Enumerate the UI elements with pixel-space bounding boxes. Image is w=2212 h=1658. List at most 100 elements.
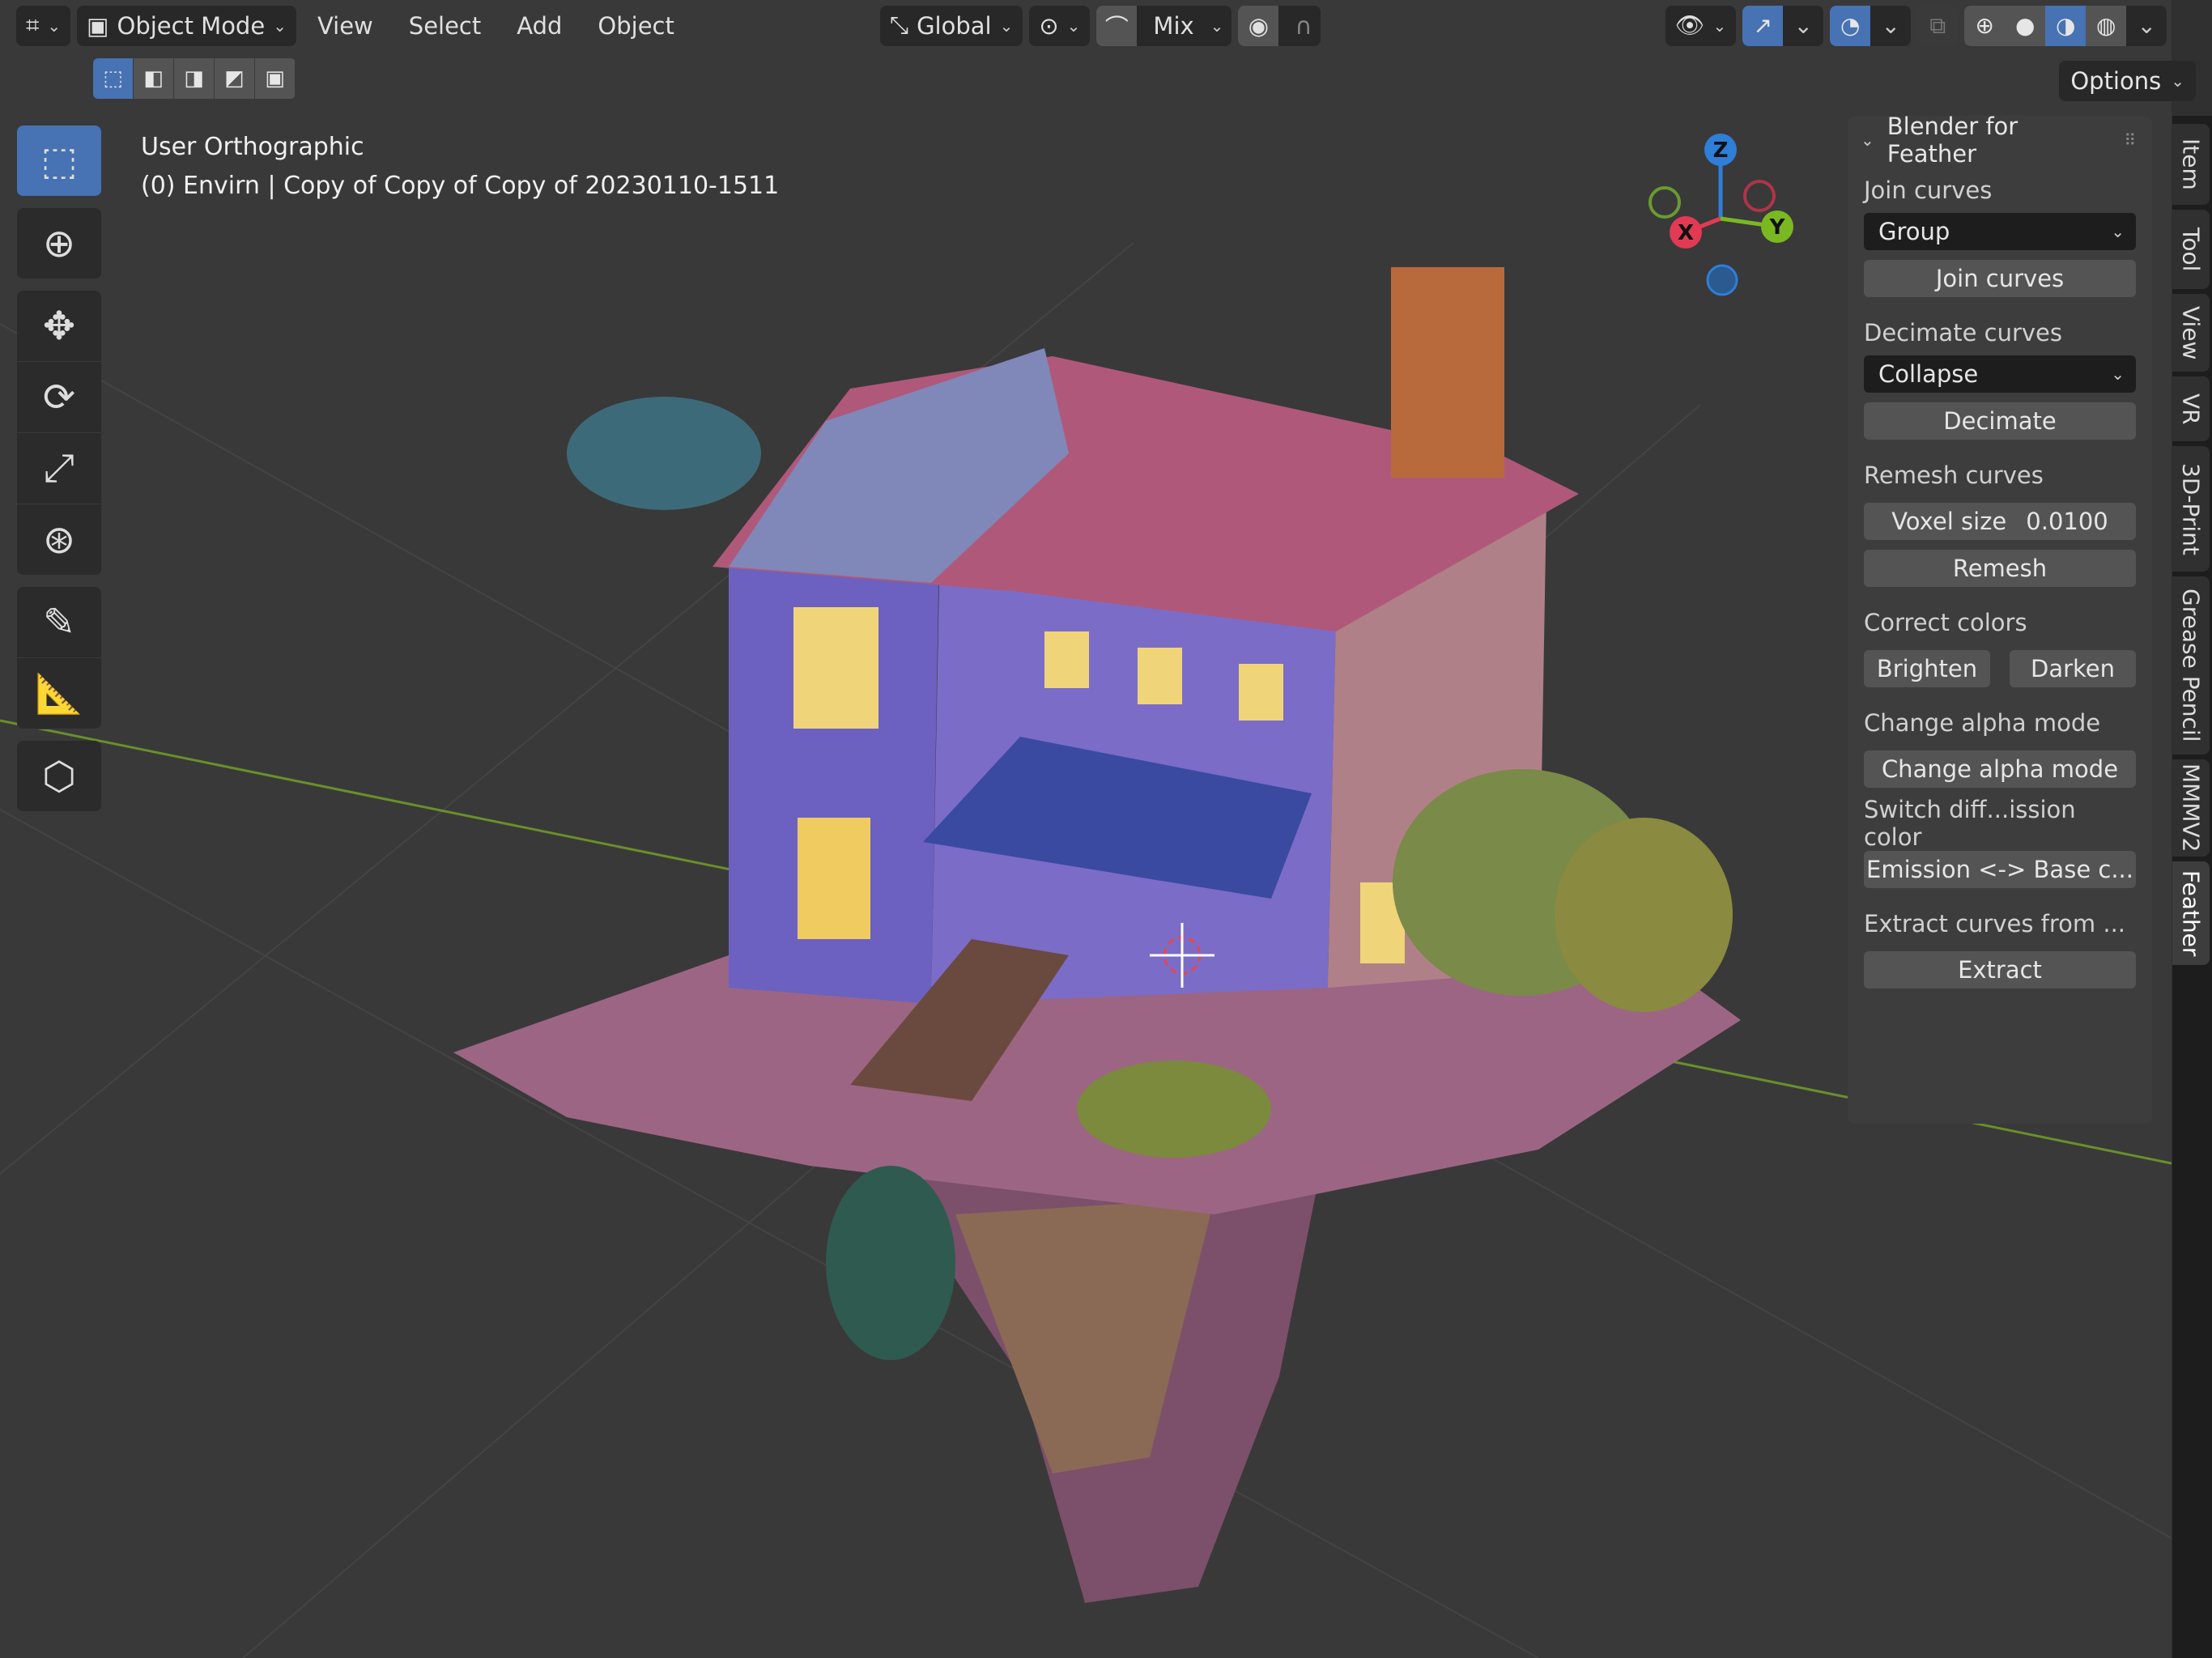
overlay-icon[interactable]: ◔ [1830, 5, 1871, 46]
tab-3d-print[interactable]: 3D-Print [2172, 446, 2210, 572]
pivot-dropdown[interactable]: ⊙ ⌄ [1029, 5, 1091, 46]
options-dropdown[interactable]: Options ⌄ [2059, 61, 2196, 101]
mode-label: Object Mode [117, 11, 266, 40]
feather-panel: ⌄ Blender for Feather ⠿ Join curves Group ⌄… [1848, 113, 2152, 1124]
tab-vr[interactable]: VR [2172, 376, 2210, 441]
rotate-icon: ⟳ [42, 374, 76, 420]
overlay-toggle[interactable]: ◔ ⌄ [1830, 5, 1912, 46]
add-cube-tool[interactable]: ⬡ [17, 741, 101, 812]
brighten-button[interactable]: Brighten [1864, 650, 1990, 687]
gizmo-toggle[interactable]: ↗ ⌄ [1742, 5, 1824, 46]
transform-icon: ⊛ [42, 517, 76, 563]
panel-header[interactable]: ⌄ Blender for Feather ⠿ [1861, 113, 2136, 168]
transform-tool[interactable]: ⊛ [17, 504, 101, 576]
alpha-mode-label: Change alpha mode [1864, 709, 2101, 737]
menu-view[interactable]: View [303, 12, 388, 40]
chevron-down-icon[interactable]: ⌄ [1870, 5, 1912, 46]
voxel-size-field[interactable]: Voxel size 0.0100 [1864, 503, 2136, 540]
scale-tool[interactable]: ⤢ [17, 433, 101, 504]
collapse-chevron-icon: ⌄ [1861, 130, 1874, 150]
chevron-down-icon: ⌄ [999, 15, 1014, 36]
correct-colors-label: Correct colors [1864, 609, 2027, 636]
chevron-down-icon: ⌄ [2111, 222, 2125, 241]
tab-view[interactable]: View [2172, 294, 2210, 372]
rendered-shading-icon[interactable]: ◍ [2086, 5, 2127, 46]
select-subtract-icon[interactable]: ◨ [174, 58, 215, 99]
menu-object[interactable]: Object [583, 12, 688, 40]
pivot-icon: ⊙ [1039, 11, 1059, 40]
change-alpha-mode-button[interactable]: Change alpha mode [1864, 750, 2136, 788]
chevron-down-icon[interactable]: ⌄ [1783, 5, 1824, 46]
viewport-header: ⌗ ⌄ ▣ Object Mode ⌄ View Select Add Object … [0, 0, 2212, 51]
shading-modes: ⊕ ● ◑ ◍ ⌄ [1964, 5, 2167, 46]
annotate-icon: ✎ [42, 599, 76, 645]
floating-island [453, 931, 1741, 1603]
scale-icon: ⤢ [43, 445, 75, 491]
falloff-icon[interactable]: ∩ [1287, 12, 1320, 40]
switch-color-label: Switch diff...ission color [1864, 796, 2076, 851]
object-mode-icon: ▣ [87, 11, 109, 40]
darken-button[interactable]: Darken [2010, 650, 2136, 687]
move-tool[interactable]: ✥ [17, 291, 101, 362]
cursor-tool[interactable]: ⊕ [17, 208, 101, 279]
xray-icon[interactable]: ⧉ [1917, 5, 1959, 46]
tab-tool[interactable]: Tool [2172, 210, 2210, 289]
neg-z-handle [1706, 264, 1738, 296]
select-box-icon: ⬚ [40, 138, 78, 184]
select-intersect-icon[interactable]: ▣ [255, 58, 296, 99]
extract-button[interactable]: Extract [1864, 951, 2136, 988]
orientation-label: Global [917, 11, 992, 40]
navigation-gizmo[interactable]: Z X Y [1636, 130, 1814, 308]
house [713, 267, 1579, 1101]
annotate-tool[interactable]: ✎ [17, 587, 101, 658]
menu-add[interactable]: Add [502, 12, 576, 40]
visibility-dropdown[interactable]: 👁 ⌄ [1665, 5, 1737, 46]
measure-tool[interactable]: 📐 [17, 658, 101, 729]
select-new-icon[interactable]: ⬚ [93, 58, 134, 99]
orientation-dropdown[interactable]: ⤡ Global ⌄ [879, 5, 1023, 46]
solid-shading-icon[interactable]: ● [2005, 5, 2046, 46]
decimate-button[interactable]: Decimate [1864, 402, 2136, 440]
tool-shelf: ⬚ ⊕ ✥ ⟳ ⤢ ⊛ ✎ 📐 ⬡ [17, 125, 101, 812]
drag-handle-icon[interactable]: ⠿ [2124, 130, 2136, 150]
menu-select[interactable]: Select [394, 12, 496, 40]
xray-toggle[interactable]: ⧉ [1917, 5, 1959, 46]
tab-grease-pencil[interactable]: Grease Pencil [2172, 576, 2210, 755]
material-shading-icon[interactable]: ◑ [2045, 5, 2087, 46]
object-info: (0) Envirn | Copy of Copy of Copy of 202… [141, 172, 780, 200]
voxel-size-label: Voxel size [1891, 508, 2007, 535]
select-invert-icon[interactable]: ◩ [215, 58, 255, 99]
join-curves-button[interactable]: Join curves [1864, 260, 2136, 297]
viewport-info: User Orthographic (0) Envirn | Copy of C… [141, 128, 779, 206]
decimate-mode-dropdown[interactable]: Collapse ⌄ [1864, 355, 2136, 393]
snap-mode-label[interactable]: Mix [1145, 12, 1202, 40]
join-mode-dropdown[interactable]: Group ⌄ [1864, 213, 2136, 250]
select-extend-icon[interactable]: ◧ [134, 58, 174, 99]
chevron-down-icon[interactable]: ⌄ [2126, 5, 2167, 46]
cursor-icon: ⊕ [42, 220, 76, 266]
snap-icon[interactable]: ⌒ [1096, 5, 1138, 46]
tab-item[interactable]: Item [2172, 124, 2210, 205]
chevron-down-icon: ⌄ [47, 15, 62, 36]
wireframe-shading-icon[interactable]: ⊕ [1964, 5, 2006, 46]
3d-viewport[interactable]: Z X Y User Orthographic (0) Envirn | Cop… [0, 0, 2172, 1658]
tab-mmmv2[interactable]: MMMV2 [2172, 759, 2210, 857]
chevron-down-icon: ⌄ [273, 15, 287, 36]
chevron-down-icon: ⌄ [2111, 364, 2125, 384]
mode-dropdown[interactable]: ▣ Object Mode ⌄ [77, 5, 296, 46]
emission-base-color-button[interactable]: Emission <-> Base c... [1864, 851, 2136, 888]
voxel-size-value: 0.0100 [2026, 508, 2108, 535]
view-name: User Orthographic [141, 133, 364, 161]
rotate-tool[interactable]: ⟳ [17, 362, 101, 433]
gizmo-icon[interactable]: ↗ [1742, 5, 1784, 46]
remesh-button[interactable]: Remesh [1864, 550, 2136, 587]
editor-type-button[interactable]: ⌗ ⌄ [16, 5, 71, 46]
proportional-icon[interactable]: ◉ [1238, 5, 1279, 46]
select-box-tool[interactable]: ⬚ [17, 125, 101, 197]
neg-x-handle [1743, 180, 1776, 212]
eye-icon: 👁 [1674, 11, 1705, 39]
tab-feather[interactable]: Feather [2172, 861, 2210, 965]
join-mode-value: Group [1878, 218, 1950, 245]
join-curves-label: Join curves [1864, 176, 1993, 204]
x-label: X [1678, 221, 1694, 245]
